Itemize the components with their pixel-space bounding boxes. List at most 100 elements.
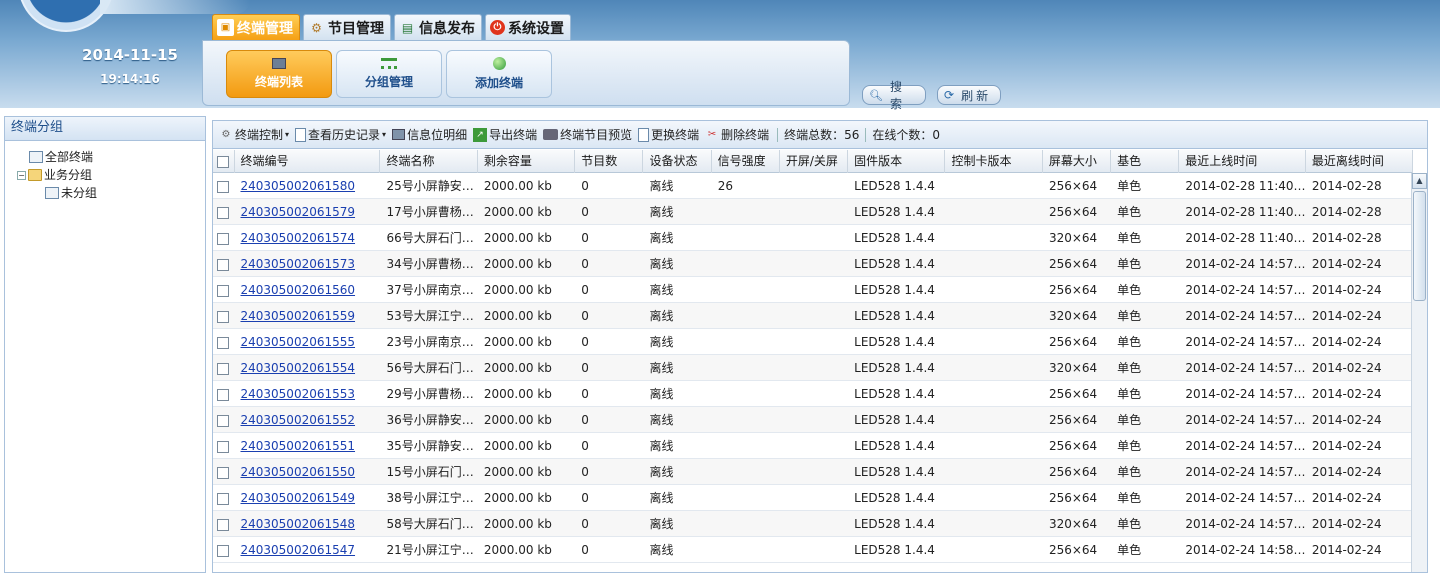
table-row[interactable]: 240305002061548 58号大屏石门… 2000.00 kb 0 离线 LED5… bbox=[213, 511, 1413, 537]
table-cell bbox=[780, 459, 848, 485]
delete-terminal-button[interactable]: ✂ 删除终端 bbox=[703, 124, 771, 146]
column-header[interactable]: 剩余容量 bbox=[478, 150, 576, 173]
table-cell: LED528 1.4.4 bbox=[854, 465, 935, 479]
table-cell: 53号大屏江宁… bbox=[386, 309, 474, 323]
terminal-id-link[interactable]: 240305002061574 bbox=[241, 231, 356, 245]
table-row[interactable]: 240305002061579 17号小屏曹杨… 2000.00 kb 0 离线 LED5… bbox=[213, 199, 1413, 225]
table-row[interactable]: 240305002061574 66号大屏石门… 2000.00 kb 0 离线 LED5… bbox=[213, 225, 1413, 251]
terminal-id-link[interactable]: 240305002061580 bbox=[241, 179, 356, 193]
terminal-id-link[interactable]: 240305002061559 bbox=[241, 309, 356, 323]
column-header[interactable]: 终端编号 bbox=[235, 150, 381, 173]
row-checkbox[interactable] bbox=[217, 206, 229, 219]
table-row[interactable]: 240305002061547 21号小屏江宁… 2000.00 kb 0 离线 LED5… bbox=[213, 537, 1413, 563]
add-terminal-button[interactable]: 添加终端 bbox=[446, 50, 552, 98]
column-header[interactable]: 最近离线时间 bbox=[1306, 150, 1413, 173]
terminal-control-dropdown[interactable]: ⚙ 终端控制 ▾ bbox=[217, 124, 291, 146]
column-header[interactable]: 屏幕大小 bbox=[1043, 150, 1112, 173]
row-checkbox[interactable] bbox=[217, 492, 229, 505]
table-row[interactable]: 240305002061552 36号小屏静安… 2000.00 kb 0 离线 LED5… bbox=[213, 407, 1413, 433]
column-header[interactable]: 信号强度 bbox=[712, 150, 780, 173]
scrollbar-thumb[interactable] bbox=[1413, 191, 1426, 301]
terminal-id-link[interactable]: 240305002061549 bbox=[241, 491, 356, 505]
monitor-icon bbox=[272, 58, 286, 69]
terminal-id-link[interactable]: 240305002061552 bbox=[241, 413, 356, 427]
terminal-id-link[interactable]: 240305002061554 bbox=[241, 361, 356, 375]
row-checkbox[interactable] bbox=[217, 232, 229, 245]
table-row[interactable]: 240305002061554 56号大屏石门… 2000.00 kb 0 离线 LED5… bbox=[213, 355, 1413, 381]
table-cell: 2000.00 kb bbox=[483, 179, 552, 193]
table-cell bbox=[780, 433, 848, 459]
table-cell: 256×64 bbox=[1048, 179, 1098, 193]
column-header[interactable]: 节目数 bbox=[575, 150, 644, 173]
table-cell: 2014-02-24 bbox=[1311, 465, 1382, 479]
info-detail-button[interactable]: 信息位明细 bbox=[390, 124, 469, 146]
tab-system-settings[interactable]: ⏻ 系统设置 bbox=[485, 14, 571, 40]
table-row[interactable]: 240305002061553 29号小屏曹杨… 2000.00 kb 0 离线 LED5… bbox=[213, 381, 1413, 407]
terminal-id-link[interactable]: 240305002061548 bbox=[241, 517, 356, 531]
history-dropdown[interactable]: 查看历史记录 ▾ bbox=[293, 124, 388, 146]
row-checkbox[interactable] bbox=[217, 310, 229, 323]
column-header[interactable]: 开屏/关屏 bbox=[780, 150, 849, 173]
program-preview-button[interactable]: 终端节目预览 bbox=[541, 124, 634, 146]
row-checkbox[interactable] bbox=[217, 258, 229, 271]
group-management-button[interactable]: 分组管理 bbox=[336, 50, 442, 98]
terminal-id-link[interactable]: 240305002061555 bbox=[241, 335, 356, 349]
row-checkbox[interactable] bbox=[217, 518, 229, 531]
terminal-id-link[interactable]: 240305002061547 bbox=[241, 543, 356, 557]
table-cell: 单色 bbox=[1117, 465, 1142, 479]
table-cell: 离线 bbox=[649, 231, 674, 245]
table-row[interactable]: 240305002061560 37号小屏南京… 2000.00 kb 0 离线 LED5… bbox=[213, 277, 1413, 303]
table-cell: 2014-02-24 bbox=[1311, 543, 1382, 557]
column-header[interactable]: 最近上线时间 bbox=[1179, 150, 1306, 173]
tree-node-ungrouped[interactable]: 未分组 bbox=[45, 185, 97, 201]
row-checkbox[interactable] bbox=[217, 388, 229, 401]
column-header[interactable]: 终端名称 bbox=[380, 150, 478, 173]
row-select-cell bbox=[213, 355, 235, 381]
table-row[interactable]: 240305002061580 25号小屏静安… 2000.00 kb 0 离线 26 LE… bbox=[213, 173, 1413, 199]
terminal-id-link[interactable]: 240305002061579 bbox=[241, 205, 356, 219]
row-checkbox[interactable] bbox=[217, 440, 229, 453]
terminal-id-link[interactable]: 240305002061553 bbox=[241, 387, 356, 401]
row-checkbox[interactable] bbox=[217, 414, 229, 427]
vertical-scrollbar[interactable]: ▲ bbox=[1411, 173, 1427, 572]
table-cell: 240305002061552 bbox=[235, 407, 381, 433]
column-header[interactable]: 设备状态 bbox=[643, 150, 712, 173]
table-cell: 256×64 bbox=[1048, 335, 1098, 349]
row-checkbox[interactable] bbox=[217, 466, 229, 479]
terminal-id-link[interactable]: 240305002061573 bbox=[241, 257, 356, 271]
replace-terminal-button[interactable]: 更换终端 bbox=[636, 124, 701, 146]
terminal-id-link[interactable]: 240305002061560 bbox=[241, 283, 356, 297]
export-terminal-button[interactable]: ↗ 导出终端 bbox=[471, 124, 539, 146]
column-header[interactable]: 固件版本 bbox=[848, 150, 946, 173]
select-all-checkbox[interactable] bbox=[217, 155, 229, 168]
row-checkbox[interactable] bbox=[217, 180, 229, 193]
table-cell bbox=[780, 511, 848, 537]
row-checkbox[interactable] bbox=[217, 544, 229, 557]
table-cell: 2014-02-24 bbox=[1311, 257, 1382, 271]
table-row[interactable]: 240305002061549 38号小屏江宁… 2000.00 kb 0 离线 LED5… bbox=[213, 485, 1413, 511]
table-row[interactable]: 240305002061550 15号小屏石门… 2000.00 kb 0 离线 LED5… bbox=[213, 459, 1413, 485]
terminal-list-button[interactable]: 终端列表 bbox=[226, 50, 332, 98]
table-row[interactable]: 240305002061551 35号小屏静安… 2000.00 kb 0 离线 LED5… bbox=[213, 433, 1413, 459]
terminal-id-link[interactable]: 240305002061550 bbox=[241, 465, 356, 479]
table-cell: 2014-02-28 11:40:33 bbox=[1185, 179, 1306, 193]
row-checkbox[interactable] bbox=[217, 336, 229, 349]
table-row[interactable]: 240305002061559 53号大屏江宁… 2000.00 kb 0 离线 LED5… bbox=[213, 303, 1413, 329]
table-row[interactable]: 240305002061555 23号小屏南京… 2000.00 kb 0 离线 LED5… bbox=[213, 329, 1413, 355]
refresh-button[interactable]: ⟳ 刷新 bbox=[937, 85, 1001, 105]
tab-terminal-management[interactable]: ▣ 终端管理 bbox=[212, 14, 300, 40]
row-checkbox[interactable] bbox=[217, 362, 229, 375]
row-checkbox[interactable] bbox=[217, 284, 229, 297]
column-header[interactable]: 控制卡版本 bbox=[945, 150, 1043, 173]
table-cell: 256×64 bbox=[1048, 413, 1098, 427]
table-row[interactable]: 240305002061573 34号小屏曹杨… 2000.00 kb 0 离线 LED5… bbox=[213, 251, 1413, 277]
collapse-icon[interactable]: − bbox=[17, 170, 26, 180]
tree-node-business-group[interactable]: − 业务分组 bbox=[17, 167, 92, 183]
column-header[interactable]: 基色 bbox=[1111, 150, 1180, 173]
search-button[interactable]: 🔍︎ 搜索 bbox=[862, 80, 926, 111]
scroll-up-arrow-icon[interactable]: ▲ bbox=[1412, 173, 1427, 189]
tab-info-publish[interactable]: ▤ 信息发布 bbox=[394, 14, 482, 40]
tab-program-management[interactable]: ⚙ 节目管理 bbox=[303, 14, 391, 40]
tree-node-all-terminals[interactable]: 全部终端 bbox=[29, 149, 93, 165]
terminal-id-link[interactable]: 240305002061551 bbox=[241, 439, 356, 453]
